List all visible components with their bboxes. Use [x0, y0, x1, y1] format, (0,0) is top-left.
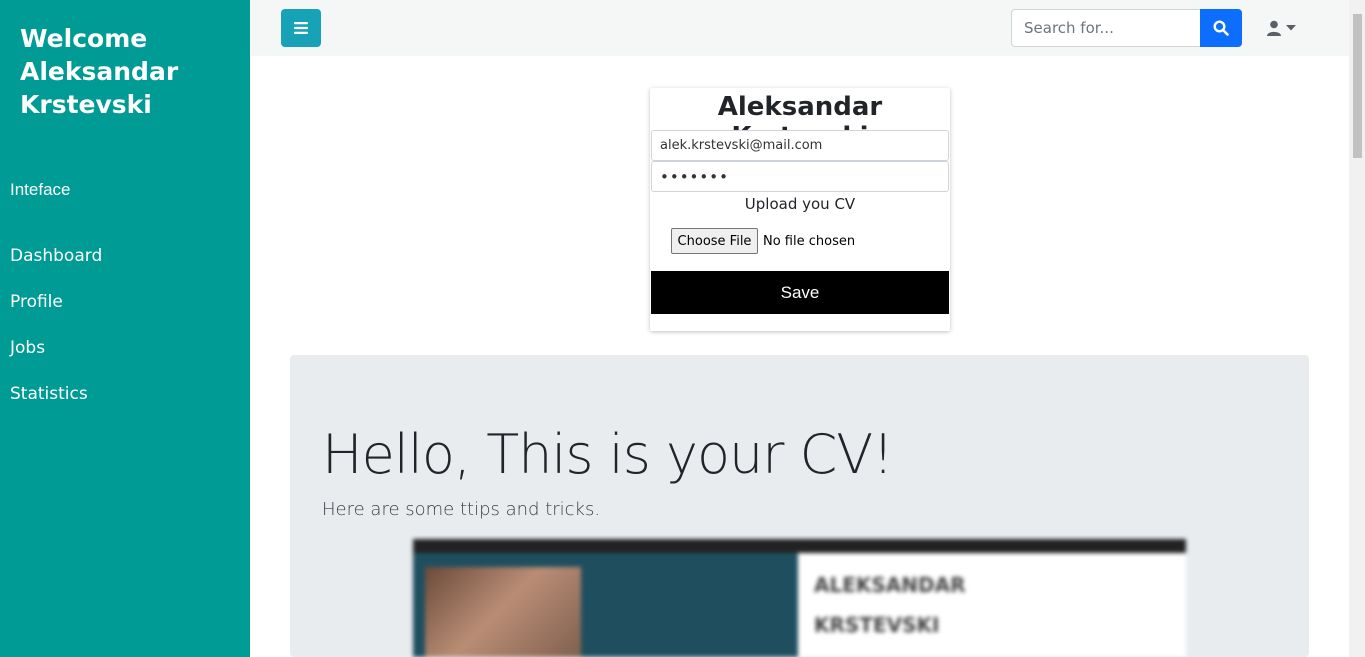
cv-preview-name-line1: ALEKSANDAR: [814, 573, 966, 597]
search-button[interactable]: [1200, 9, 1242, 47]
sidebar-item-dashboard[interactable]: Dashboard: [10, 242, 102, 288]
vertical-scrollbar[interactable]: [1349, 0, 1365, 657]
cv-preview-header-strip: [413, 539, 1186, 553]
file-input[interactable]: Choose File No file chosen: [671, 228, 855, 254]
cv-lead-text: Here are some ttips and tricks.: [322, 499, 601, 520]
sidebar-nav: Dashboard Profile Jobs Statistics: [10, 242, 102, 426]
scrollbar-thumb[interactable]: [1353, 14, 1362, 158]
welcome-title: Welcome Aleksandar Krstevski: [20, 24, 179, 119]
search-input[interactable]: [1011, 9, 1201, 47]
hamburger-icon: [294, 22, 308, 34]
cv-preview-image: ALEKSANDAR KRSTEVSKI: [413, 539, 1186, 657]
choose-file-button[interactable]: Choose File: [671, 228, 758, 254]
save-button[interactable]: Save: [651, 271, 949, 314]
cv-jumbotron: Hello, This is your CV! Here are some tt…: [290, 355, 1309, 657]
sidebar-item-statistics[interactable]: Statistics: [10, 380, 102, 426]
cv-headline: Hello, This is your CV!: [322, 423, 894, 486]
email-field[interactable]: [651, 130, 949, 161]
upload-cv-label: Upload you CV: [744, 195, 856, 213]
cv-preview-name-line2: KRSTEVSKI: [814, 613, 940, 637]
sidebar-section-title: Inteface: [10, 180, 71, 199]
topbar: [250, 0, 1349, 56]
caret-down-icon: [1286, 25, 1296, 31]
cv-preview-name: ALEKSANDAR KRSTEVSKI: [814, 565, 965, 645]
cv-preview-right-pane: ALEKSANDAR KRSTEVSKI: [798, 553, 1186, 657]
sidebar-item-jobs[interactable]: Jobs: [10, 334, 102, 380]
search-icon: [1213, 20, 1229, 36]
cv-preview-left-pane: [413, 553, 798, 657]
sidebar-item-profile[interactable]: Profile: [10, 288, 102, 334]
cv-preview-photo: [425, 567, 581, 657]
user-menu[interactable]: [1266, 17, 1300, 39]
sidebar: Welcome Aleksandar Krstevski Inteface Da…: [0, 0, 250, 657]
profile-card: Aleksandar Krstevski Upload you CV Choos…: [650, 88, 950, 331]
user-icon: [1267, 20, 1281, 36]
password-field[interactable]: [651, 161, 949, 192]
file-status-text: No file chosen: [763, 233, 856, 249]
sidebar-toggle-button[interactable]: [281, 9, 321, 47]
